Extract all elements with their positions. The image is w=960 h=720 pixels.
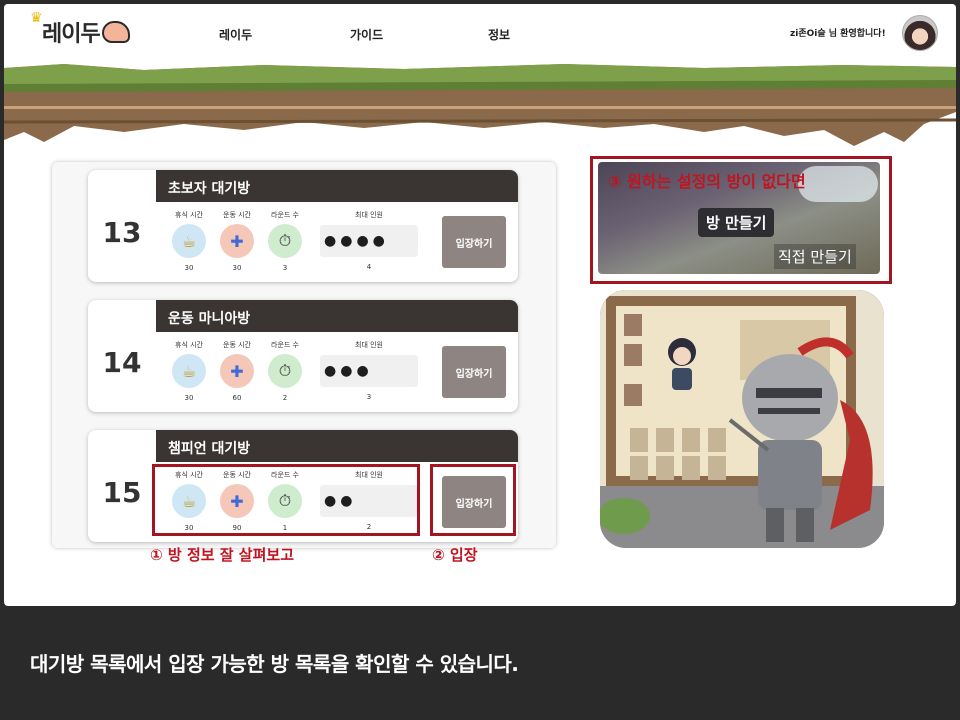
room-title: 초보자 대기방 [168,181,251,197]
enter-room-button[interactable]: 입장하기 [442,346,506,398]
person-icon: ● [340,233,353,249]
note-enter: ② 입장 [432,546,478,564]
max-players-stat: 최대 인원 ● ● ● ● 4 [320,210,418,271]
exercise-time-label: 운동 시간 [223,211,251,219]
exercise-time-value: 30 [232,264,242,272]
room-title: 운동 마니아방 [168,311,251,327]
exercise-time-stat: 운동 시간 ✚ 30 [212,210,262,272]
room-info-highlight [152,464,420,536]
knight-artwork [600,290,884,548]
room-title-bar: 운동 마니아방 [156,300,518,332]
rest-time-label: 휴식 시간 [175,341,203,349]
player-slots: ● ● ● [320,355,418,387]
nav-item-info[interactable]: 정보 [488,26,510,43]
rest-time-value: 30 [184,264,194,272]
stopwatch-icon: ⏱ [268,354,302,388]
dumbbell-icon: ✚ [220,354,254,388]
coffee-cup-icon: ☕ [172,224,206,258]
slide-caption: 대기방 목록에서 입장 가능한 방 목록을 확인할 수 있습니다. [30,652,519,676]
rest-time-stat: 휴식 시간 ☕ 30 [164,340,214,402]
rest-time-stat: 휴식 시간 ☕ 30 [164,210,214,272]
coffee-cup-icon: ☕ [172,354,206,388]
person-icon: ● [356,233,369,249]
person-icon: ● [340,363,353,379]
person-icon: ● [324,363,337,379]
round-count-label: 라운드 수 [271,211,299,219]
room-number: 15 [102,476,142,509]
rest-time-value: 30 [184,394,194,402]
dumbbell-icon: ✚ [220,224,254,258]
room-title-bar: 챔피언 대기방 [156,430,518,462]
user-avatar[interactable] [902,15,938,51]
knight-illustration [600,290,884,548]
room-number: 14 [102,346,142,379]
round-count-label: 라운드 수 [271,341,299,349]
round-count-value: 3 [282,264,288,272]
enter-button-highlight [430,464,516,536]
exercise-time-value: 60 [232,394,242,402]
max-players-value: 4 [366,263,372,271]
room-title: 챔피언 대기방 [168,441,251,457]
room-number: 13 [102,216,142,249]
top-header: ♛ 레이두 레이두 가이드 정보 zi존Oi슬 님 환영합니다! [4,4,956,62]
app-window: ♛ 레이두 레이두 가이드 정보 zi존Oi슬 님 환영합니다! 13 초보자 … [4,4,956,606]
note-check-room-info: ① 방 정보 잘 살펴보고 [150,546,294,564]
flexed-arm-icon [101,21,130,43]
player-slots: ● ● ● ● [320,225,418,257]
round-count-value: 2 [282,394,288,402]
logo-text: 레이두 [42,22,101,47]
enter-room-button[interactable]: 입장하기 [442,216,506,268]
room-card: 13 초보자 대기방 휴식 시간 ☕ 30 운동 시간 ✚ 30 라운드 수 ⏱… [88,170,518,282]
stopwatch-icon: ⏱ [268,224,302,258]
room-title-bar: 초보자 대기방 [156,170,518,202]
room-card: 14 운동 마니아방 휴식 시간 ☕ 30 운동 시간 ✚ 60 라운드 수 ⏱… [88,300,518,412]
max-players-label: 최대 인원 [355,211,383,219]
welcome-message: zi존Oi슬 님 환영합니다! [790,29,886,39]
max-players-value: 3 [366,393,372,401]
round-count-stat: 라운드 수 ⏱ 2 [260,340,310,402]
road-banner [4,64,956,146]
crown-icon: ♛ [30,10,43,26]
nav-item-raidu[interactable]: 레이두 [219,26,252,43]
max-players-label: 최대 인원 [355,341,383,349]
logo[interactable]: ♛ 레이두 [30,10,130,48]
rest-time-label: 휴식 시간 [175,211,203,219]
nav-item-guide[interactable]: 가이드 [350,26,383,43]
round-count-stat: 라운드 수 ⏱ 3 [260,210,310,272]
exercise-time-label: 운동 시간 [223,341,251,349]
max-players-stat: 최대 인원 ● ● ● 3 [320,340,418,401]
note-create-room: ③ 원하는 설정의 방이 없다면 [608,172,806,191]
person-icon: ● [356,363,369,379]
exercise-time-stat: 운동 시간 ✚ 60 [212,340,262,402]
person-icon: ● [372,233,385,249]
person-icon: ● [324,233,337,249]
